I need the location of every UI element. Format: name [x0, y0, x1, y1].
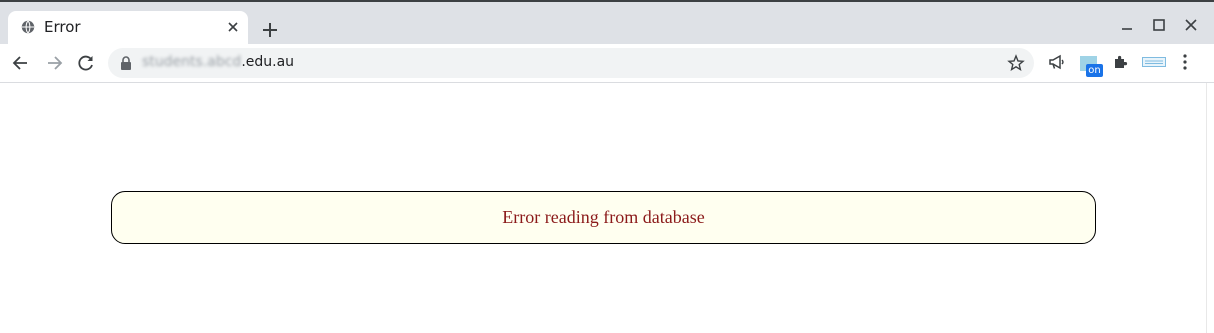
puzzle-icon[interactable] — [1112, 53, 1130, 71]
lock-icon — [121, 56, 131, 70]
blue-extension-icon[interactable] — [1142, 57, 1166, 67]
bookmark-star-icon[interactable] — [1007, 54, 1025, 72]
tab-close-icon[interactable] — [227, 21, 239, 33]
url-text[interactable]: students.abcd.edu.au — [142, 54, 294, 70]
address-bar[interactable]: students.abcd.edu.au — [108, 48, 1034, 78]
kebab-menu-icon[interactable] — [1177, 53, 1193, 71]
forward-arrow-icon[interactable] — [44, 53, 64, 73]
reload-icon[interactable] — [76, 53, 96, 73]
error-box: Error reading from database — [111, 191, 1096, 244]
page-content: Error reading from database — [0, 83, 1207, 333]
megaphone-icon[interactable] — [1048, 53, 1066, 71]
maximize-icon[interactable] — [1152, 18, 1166, 32]
tab-strip: Error — [0, 2, 1214, 44]
tab-title: Error — [44, 18, 81, 36]
tab-error[interactable]: Error — [8, 11, 248, 44]
url-host-visible: .edu.au — [241, 54, 295, 70]
minimize-icon[interactable] — [1120, 18, 1134, 32]
extension-badge: on — [1086, 64, 1103, 77]
window-close-icon[interactable] — [1184, 18, 1198, 32]
scrollbar[interactable] — [1206, 83, 1214, 333]
new-tab-icon[interactable] — [262, 22, 278, 38]
back-arrow-icon[interactable] — [11, 53, 31, 73]
url-host-blurred: students.abcd — [142, 54, 242, 70]
globe-icon — [21, 20, 35, 34]
on-badge-extension[interactable]: on — [1080, 56, 1104, 77]
error-message: Error reading from database — [502, 207, 705, 227]
browser-toolbar: students.abcd.edu.au on — [0, 44, 1214, 83]
